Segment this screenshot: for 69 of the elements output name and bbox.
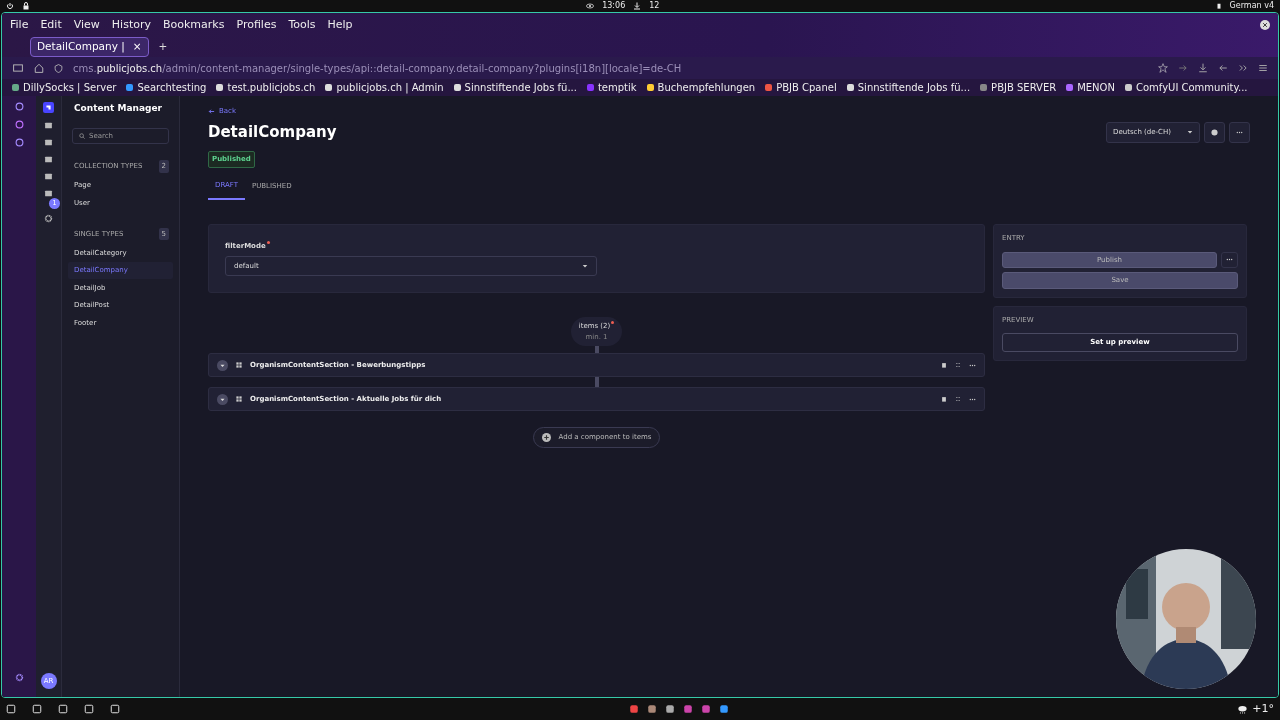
menu-item[interactable]: Bookmarks [163, 16, 225, 34]
tab-title: DetailCompany | [37, 39, 125, 55]
search-icon [79, 132, 85, 139]
shield-icon [54, 63, 63, 73]
chevron-down-icon[interactable] [217, 359, 228, 371]
bookmark[interactable]: publicjobs.ch | Admin [325, 80, 444, 95]
app-icon[interactable] [682, 704, 693, 714]
bookmark[interactable]: test.publicjobs.ch [216, 80, 316, 95]
battery-icon [1215, 2, 1222, 10]
caret-icon [582, 262, 588, 269]
power-icon[interactable] [6, 2, 14, 10]
bookmark[interactable]: MENON [1066, 80, 1115, 95]
bookmark[interactable]: PBJB Cpanel [765, 80, 837, 95]
temperature: +1° [1252, 700, 1274, 717]
globe-icon [1211, 128, 1218, 136]
menu-item[interactable]: Help [327, 16, 353, 34]
bookmark[interactable]: PBJB SERVER [980, 80, 1057, 95]
tab-close[interactable]: × [132, 39, 142, 55]
logo-icon[interactable] [43, 102, 54, 113]
drag-icon[interactable] [955, 395, 961, 402]
clock-time: 13:06 [602, 0, 626, 12]
sidebar-icon[interactable] [12, 63, 24, 73]
plus-icon [541, 432, 551, 442]
menu-item[interactable]: History [111, 16, 151, 34]
trash-icon[interactable] [941, 395, 947, 402]
download-icon[interactable] [1198, 63, 1208, 73]
eye-icon [586, 2, 595, 10]
app-icon[interactable] [718, 704, 729, 714]
bookmark[interactable]: DillySocks | Server [12, 80, 117, 95]
chevrons-icon[interactable] [1238, 63, 1248, 73]
settings-icon[interactable] [14, 673, 24, 682]
drag-icon[interactable] [955, 361, 961, 368]
chevron-down-icon[interactable] [217, 393, 228, 405]
app-icon[interactable] [700, 704, 711, 714]
star-icon[interactable] [1158, 63, 1168, 73]
grid-icon [236, 396, 242, 402]
bookmark[interactable]: ComfyUI Community... [1124, 80, 1248, 95]
bookmark[interactable]: Searchtesting [126, 80, 207, 95]
bookmark[interactable]: Buchempfehlungen [646, 80, 756, 95]
sidebar-title: Content Manager [73, 102, 163, 115]
grid-icon [236, 362, 242, 368]
menu-icon[interactable] [1258, 63, 1268, 73]
caret-icon [1187, 129, 1193, 136]
page-title: DetailCompany [208, 121, 337, 143]
trash-icon[interactable] [941, 361, 947, 368]
lock-icon[interactable] [22, 2, 30, 10]
bookmark[interactable]: Sinnstiftende Jobs fü... [846, 80, 971, 95]
browser-tab[interactable]: DetailCompany | × [30, 37, 149, 57]
menu-item[interactable]: Tools [288, 16, 316, 34]
weather-icon [1237, 703, 1249, 715]
arrow-left-icon[interactable] [1218, 63, 1228, 73]
bookmark[interactable]: temptik [586, 80, 637, 95]
globe-button[interactable] [1204, 122, 1225, 143]
download-count: 12 [649, 0, 660, 12]
arrow-right-icon[interactable] [1178, 63, 1188, 73]
bookmark[interactable]: Sinnstiftende Jobs fü... [453, 80, 577, 95]
menu-item[interactable]: Profiles [236, 16, 277, 34]
new-tab-button[interactable]: + [158, 39, 168, 55]
download-icon [633, 2, 642, 10]
menu-item[interactable]: View [73, 16, 100, 34]
keyboard-layout[interactable]: German v4 [1229, 0, 1274, 12]
settings-icon[interactable] [44, 214, 53, 223]
menu-item[interactable]: File [10, 16, 29, 34]
app-icon[interactable] [664, 704, 675, 714]
close-icon[interactable] [1260, 19, 1270, 30]
app-icon[interactable] [628, 704, 639, 714]
arrow-left-icon [208, 107, 215, 115]
app-icon[interactable] [646, 704, 657, 714]
menu-item[interactable]: Edit [40, 16, 62, 34]
